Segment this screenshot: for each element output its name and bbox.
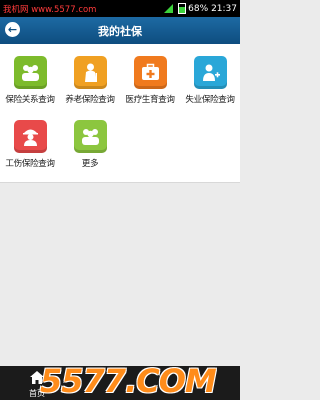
clock: 21:37: [211, 4, 237, 14]
tile-pension[interactable]: 养老保险查询: [60, 56, 120, 105]
more-people-icon: [73, 120, 107, 153]
watermark: 5577.COM: [40, 362, 217, 400]
elder-icon: [73, 56, 107, 89]
tile-unemployment[interactable]: 失业保险查询: [180, 56, 240, 105]
page-title: 我的社保: [98, 25, 142, 38]
worker-icon: [13, 120, 47, 153]
tile-label: 养老保险查询: [65, 95, 115, 105]
status-right: 68% 21:37: [164, 3, 237, 14]
tile-label: 更多: [81, 159, 99, 169]
tile-label: 工伤保险查询: [5, 159, 55, 169]
tile-work-injury[interactable]: 工伤保险查询: [0, 120, 60, 169]
medical-kit-icon: [133, 56, 167, 89]
site-text: 我机网 www.5577.com: [3, 5, 97, 15]
battery-percent: 68%: [188, 4, 209, 14]
service-grid: 保险关系查询 养老保险查询 医疗生育查询 失业保险查询 工伤保险查询 更多: [0, 44, 240, 183]
status-bar: 我机网 www.5577.com 68% 21:37: [0, 0, 240, 17]
tile-insurance-relation[interactable]: 保险关系查询: [0, 56, 60, 105]
tile-label: 失业保险查询: [185, 95, 235, 105]
tile-medical[interactable]: 医疗生育查询: [120, 56, 180, 105]
header: ← 我的社保: [0, 17, 240, 44]
battery-icon: [178, 3, 187, 14]
person-cross-icon: [193, 56, 227, 89]
tile-label: 保险关系查询: [5, 95, 55, 105]
signal-icon: [164, 4, 174, 13]
people-icon: [13, 56, 47, 89]
tile-more[interactable]: 更多: [60, 120, 120, 169]
tile-label: 医疗生育查询: [125, 95, 175, 105]
